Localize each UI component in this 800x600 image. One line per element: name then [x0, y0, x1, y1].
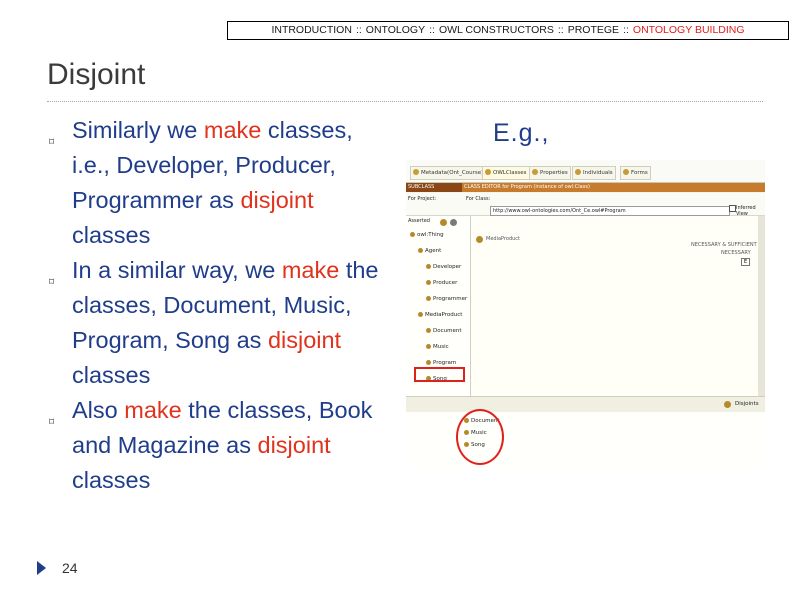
tree-node[interactable]: Developer: [426, 264, 461, 270]
disjoints-highlight-oval: [456, 409, 504, 465]
tree-node-label: Producer: [433, 280, 458, 286]
class-icon: [426, 360, 431, 365]
metadata-icon: [413, 169, 419, 175]
tree-node[interactable]: Agent: [418, 248, 441, 254]
bullet-text: In a similar way, we: [72, 257, 282, 283]
tree-node-label: Agent: [425, 248, 442, 254]
add-subclass-icon[interactable]: [440, 219, 447, 226]
disjoints-header: [406, 396, 765, 413]
bullet-text: classes: [72, 222, 151, 248]
asserted-label: Asserted: [408, 218, 430, 224]
necessary-label: NECESSARY: [721, 250, 751, 256]
page-arrow-icon: [37, 561, 46, 575]
forms-icon: [623, 169, 629, 175]
tree-node[interactable]: Program: [426, 360, 456, 366]
class-icon: [426, 280, 431, 285]
example-label: E.g.,: [493, 119, 550, 147]
title-divider: [47, 101, 763, 102]
class-icon: [418, 312, 423, 317]
tree-node[interactable]: owl:Thing: [410, 232, 444, 238]
tree-node[interactable]: Document: [426, 328, 462, 334]
bullet-text: classes: [72, 362, 151, 388]
keyword-text: make: [281, 257, 340, 283]
page-number: 24: [62, 560, 78, 576]
tree-node-label: owl:Thing: [417, 232, 444, 238]
tree-node-label: Program: [433, 360, 457, 366]
keyword-text: disjoint: [267, 327, 342, 353]
subclass-explorer-header: SUBCLASS EXPLORER: [406, 183, 462, 199]
tree-node-label: Document: [433, 328, 462, 334]
tree-node-label: Developer: [433, 264, 462, 270]
bullet-item: ⌑ Similarly we make classes, i.e., Develo…: [47, 113, 387, 253]
breadcrumb-item[interactable]: OWL CONSTRUCTORS: [439, 24, 554, 36]
bullet-text: classes: [72, 467, 151, 493]
keyword-text: disjoint: [240, 187, 314, 213]
bullet-item: ⌑ Also make the classes, Book and Magazin…: [47, 393, 387, 498]
bullet-marker-icon: ⌑: [49, 277, 55, 288]
tab-properties[interactable]: Properties: [529, 166, 571, 180]
bullet-marker-icon: ⌑: [49, 137, 55, 148]
bullet-text: Also: [72, 397, 125, 423]
class-icon: [426, 328, 431, 333]
necessary-sufficient-label: NECESSARY & SUFFICIENT: [691, 242, 757, 248]
protege-screenshot: Metadata(Ont_Course) OWLClasses Properti…: [406, 160, 765, 468]
tree-node-label: Music: [433, 344, 449, 350]
class-icon: [418, 248, 423, 253]
tab-owlclasses[interactable]: OWLClasses: [482, 166, 530, 180]
keyword-text: make: [203, 117, 262, 143]
breadcrumb: INTRODUCTION:: ONTOLOGY:: OWL CONSTRUCTORS…: [227, 21, 789, 40]
class-icon: [426, 296, 431, 301]
class-uri-field[interactable]: http://www.owl-ontologies.com/Ont_Ce.owl…: [490, 206, 730, 216]
keyword-text: disjoint: [257, 432, 331, 458]
class-icon: [410, 232, 415, 237]
tree-node-label: MediaProduct: [425, 312, 463, 318]
e-flag: E: [741, 258, 751, 266]
bullet-list: ⌑ Similarly we make classes, i.e., Develo…: [47, 113, 387, 498]
breadcrumb-separator: ::: [429, 24, 435, 36]
class-info-row: For Project: For Class: http://www.owl-o…: [406, 193, 765, 217]
editor-header: SUBCLASS EXPLORER CLASS EDITOR for Progr…: [406, 183, 765, 199]
tree-node[interactable]: MediaProduct: [418, 312, 462, 318]
tab-metadata[interactable]: Metadata(Ont_Course): [410, 166, 487, 180]
properties-icon: [532, 169, 538, 175]
tree-node-label: Programmer: [433, 296, 468, 302]
tree-node[interactable]: Producer: [426, 280, 457, 286]
for-class-label: For Class:: [466, 196, 491, 202]
protege-tab-bar: Metadata(Ont_Course) OWLClasses Properti…: [406, 160, 765, 183]
tree-node[interactable]: Music: [426, 344, 449, 350]
breadcrumb-item[interactable]: ONTOLOGY BUILDING: [633, 24, 745, 36]
breadcrumb-separator: ::: [557, 24, 564, 36]
slide-title: Disjoint: [47, 58, 146, 91]
disjoints-icon: [724, 401, 731, 408]
delete-class-icon[interactable]: [450, 219, 457, 226]
owlclasses-icon: [485, 169, 491, 175]
annotation-value: MediaProduct: [486, 236, 521, 242]
class-editor-pane: MediaProduct NECESSARY & SUFFICIENT NECE…: [471, 216, 765, 396]
breadcrumb-item[interactable]: PROTEGE: [568, 24, 619, 36]
keyword-text: make: [124, 397, 182, 423]
editor-scrollbar[interactable]: [758, 216, 765, 396]
tab-forms[interactable]: Forms: [620, 166, 651, 180]
class-editor-header: CLASS EDITOR for Program (instance of ow…: [464, 184, 590, 190]
inferred-view-checkbox[interactable]: [729, 205, 736, 212]
bullet-text: Similarly we: [72, 117, 204, 143]
disjoints-label: Disjoints: [735, 401, 759, 407]
individuals-icon: [575, 169, 581, 175]
tree-node[interactable]: Programmer: [426, 296, 467, 302]
breadcrumb-separator: ::: [355, 24, 362, 36]
selected-class-highlight: [414, 367, 465, 382]
bullet-item: ⌑ In a similar way, we make the classes, …: [47, 253, 387, 393]
class-icon: [426, 344, 431, 349]
annotation-icon: [476, 236, 483, 243]
bullet-marker-icon: ⌑: [49, 417, 55, 428]
breadcrumb-item[interactable]: INTRODUCTION: [271, 24, 352, 36]
breadcrumb-item[interactable]: ONTOLOGY: [366, 24, 425, 36]
for-project-label: For Project:: [408, 196, 437, 202]
class-icon: [426, 264, 431, 269]
breadcrumb-separator: ::: [623, 24, 629, 36]
tab-individuals[interactable]: Individuals: [572, 166, 616, 180]
